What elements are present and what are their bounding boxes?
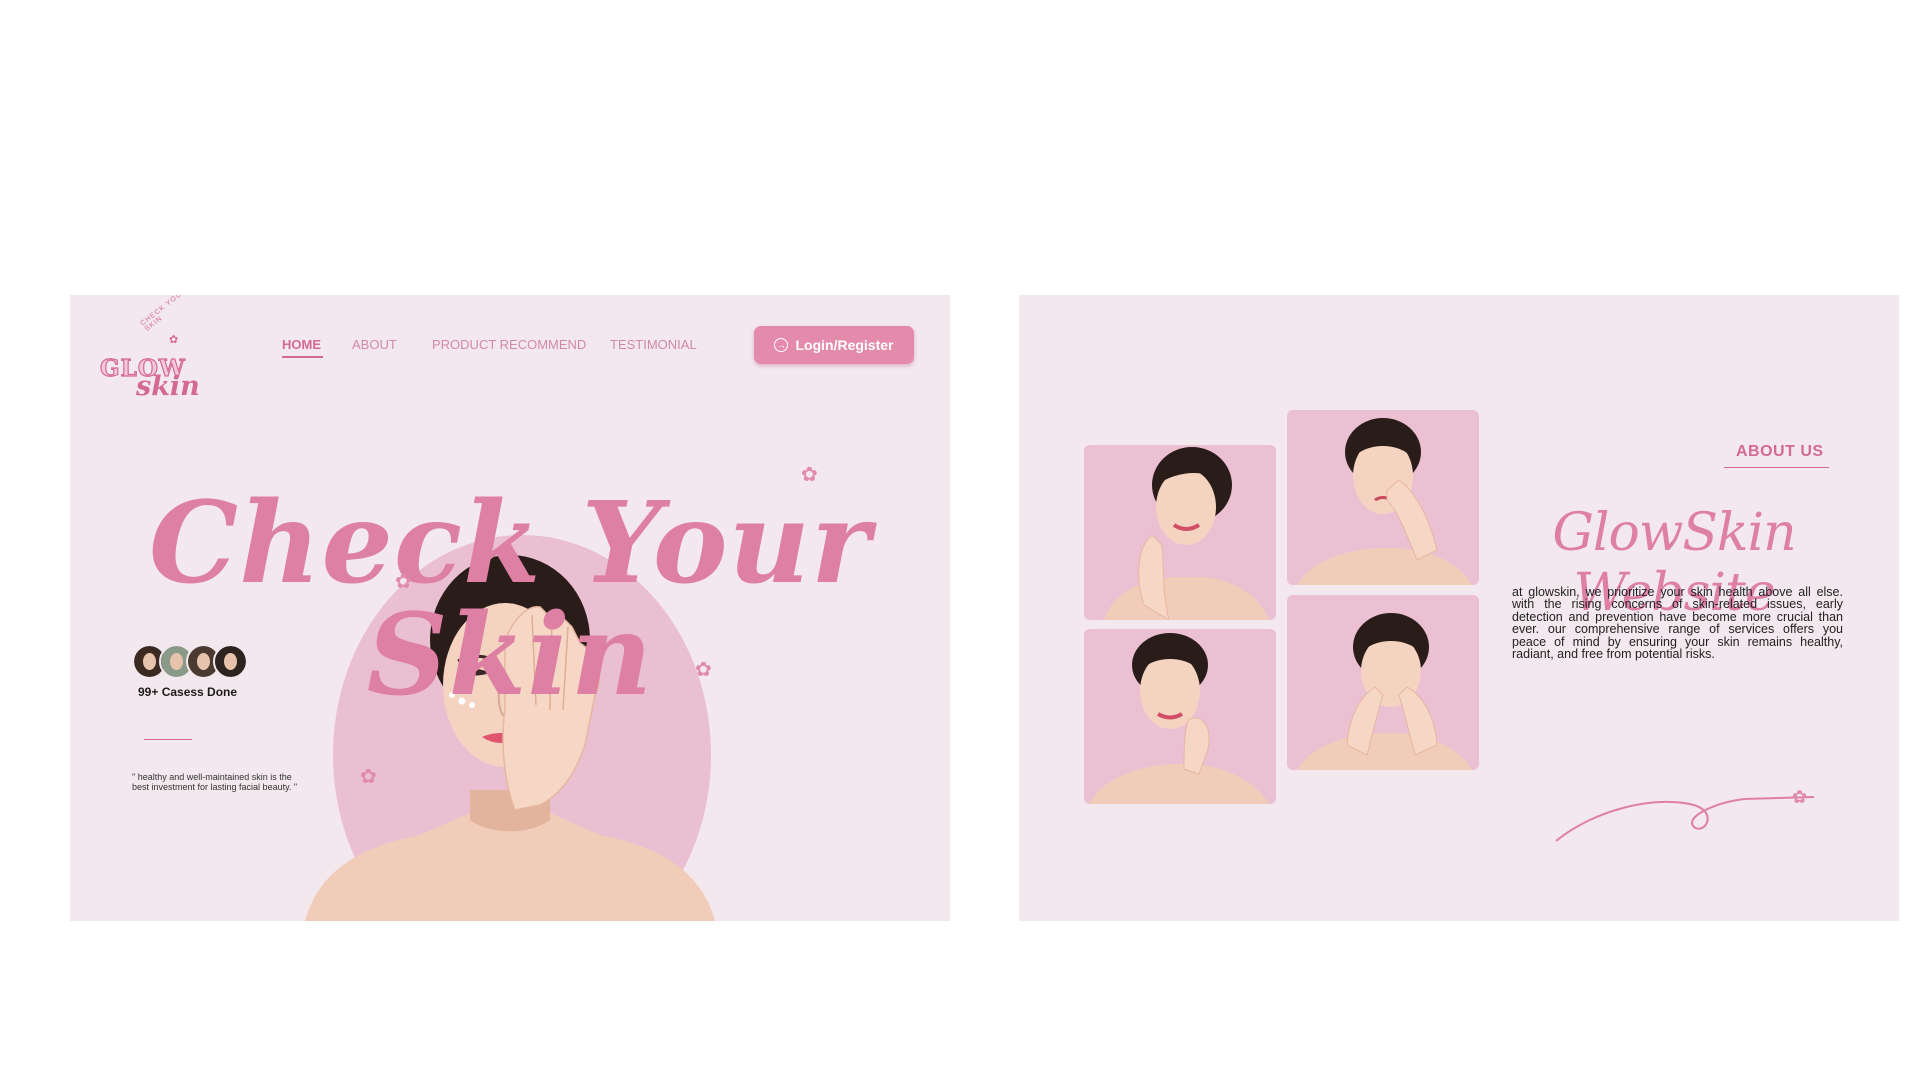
login-register-button[interactable]: → Login/Register <box>754 326 914 364</box>
about-description: at glowskin, we prioritize your skin hea… <box>1512 585 1843 662</box>
model-photo-checking-skin <box>1287 595 1479 770</box>
quote-text: " healthy and well-maintained skin is th… <box>132 772 298 792</box>
flower-icon: ✿ <box>695 659 712 681</box>
logo-skin-text: skin <box>136 371 200 402</box>
nav-about[interactable]: ABOUT <box>352 337 397 352</box>
flower-icon: ✿ <box>395 571 412 593</box>
flower-icon: ✿ <box>801 464 818 486</box>
about-us-underline <box>1724 467 1829 468</box>
login-icon: → <box>774 338 789 352</box>
hero-title: Check Your Skin <box>149 478 871 722</box>
about-panel: ABOUT US GlowSkin Website at glowskin, w… <box>1019 295 1899 921</box>
model-photo-smiling <box>1084 445 1276 620</box>
flower-icon: ✿ <box>1792 787 1808 807</box>
flower-icon: ✿ <box>360 766 377 788</box>
nav-testimonial[interactable]: TESTIMONIAL <box>610 337 697 352</box>
logo-flower-icon: ✿ <box>169 334 179 346</box>
decorative-swirl <box>1555 796 1815 842</box>
model-photo-concerned-nose <box>1287 410 1479 585</box>
nav-home[interactable]: HOME <box>282 337 321 352</box>
login-register-label: Login/Register <box>795 337 894 353</box>
divider <box>144 739 192 740</box>
landing-page-panel: CHECK YOUR SKIN ✿ GLOW skin HOME ABOUT P… <box>70 295 950 921</box>
glowskin-logo[interactable]: CHECK YOUR SKIN ✿ GLOW skin <box>98 295 208 402</box>
logo-arc-text: CHECK YOUR SKIN <box>139 295 189 333</box>
nav-product-recommend[interactable]: PRODUCT RECOMMEND <box>432 337 586 352</box>
nav-home-underline <box>282 356 323 358</box>
model-photo-touching-face <box>1084 629 1276 804</box>
about-us-label[interactable]: ABOUT US <box>1736 443 1824 461</box>
